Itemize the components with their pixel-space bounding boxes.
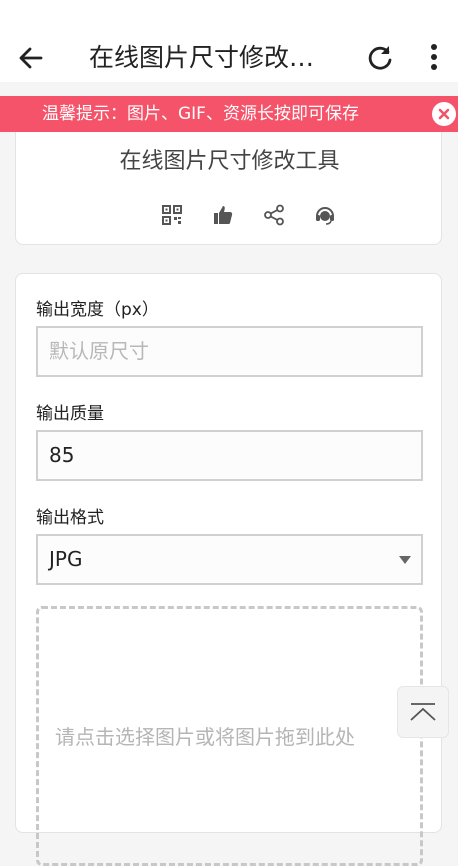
close-icon <box>438 108 450 120</box>
support-icon[interactable] <box>314 204 336 226</box>
format-label: 输出格式 <box>36 508 104 528</box>
close-notice-button[interactable] <box>432 102 456 126</box>
share-icon[interactable] <box>263 204 285 226</box>
width-input[interactable]: 默认原尺寸 <box>36 326 423 377</box>
chevron-up-icon <box>410 703 436 721</box>
top-app-bar: 在线图片尺寸修改… <box>0 0 458 82</box>
tool-header-card: 在线图片尺寸修改工具 <box>15 132 442 245</box>
form-card: 输出宽度（px） 默认原尺寸 输出质量 85 输出格式 JPG 请点击选择图片或… <box>15 273 442 866</box>
more-vertical-icon[interactable] <box>421 43 447 73</box>
thumbs-up-icon[interactable] <box>212 204 234 226</box>
arrow-left-icon[interactable] <box>17 44 45 72</box>
notice-text: 温馨提示：图片、GIF、资源长按即可保存 <box>42 104 359 124</box>
quality-label: 输出质量 <box>36 404 104 424</box>
dropzone-hint: 请点击选择图片或将图片拖到此处 <box>55 725 355 749</box>
width-label: 输出宽度（px） <box>36 300 159 320</box>
notice-banner: 温馨提示：图片、GIF、资源长按即可保存 <box>0 96 458 132</box>
tool-title: 在线图片尺寸修改工具 <box>119 149 340 174</box>
format-select[interactable]: JPG <box>36 534 423 585</box>
quality-input[interactable]: 85 <box>36 430 423 481</box>
page-title: 在线图片尺寸修改… <box>89 43 315 72</box>
image-dropzone[interactable]: 请点击选择图片或将图片拖到此处 <box>36 606 423 866</box>
tool-actions <box>16 204 443 228</box>
format-select-value: JPG <box>49 547 83 571</box>
qrcode-icon[interactable] <box>161 204 183 226</box>
chevron-down-icon <box>399 556 411 564</box>
scroll-to-top-button[interactable] <box>397 686 449 738</box>
refresh-icon[interactable] <box>365 43 395 73</box>
